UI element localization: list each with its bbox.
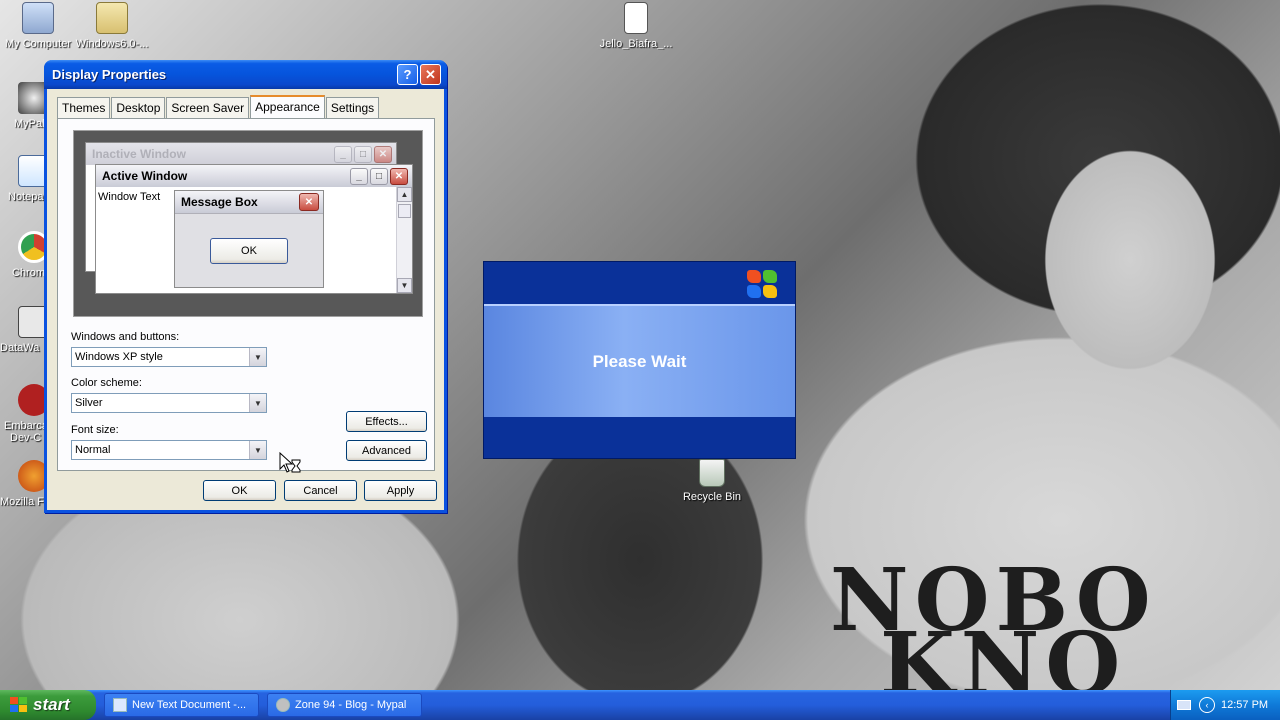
chevron-down-icon: ▼	[249, 348, 266, 366]
windows-buttons-select[interactable]: Windows XP style ▼	[71, 347, 267, 367]
chevron-down-icon: ▼	[249, 394, 266, 412]
mypal-icon	[18, 82, 46, 114]
recycle-bin-icon	[699, 459, 725, 487]
ok-button[interactable]: OK	[203, 480, 276, 501]
system-tray: ‹ 12:57 PM	[1170, 690, 1280, 720]
windows-logo-icon	[747, 270, 779, 300]
desktop-icon-chrome[interactable]: Chrome	[0, 231, 46, 279]
close-icon: ✕	[299, 193, 319, 211]
preview-active-window: Active Window _ □ ✕ Window Text ▲ ▼ Mess…	[95, 164, 413, 294]
apply-button[interactable]: Apply	[364, 480, 437, 501]
desktop-icon-my-computer[interactable]: My Computer	[0, 2, 76, 50]
maximize-icon: □	[370, 167, 388, 185]
appearance-preview: Inactive Window _ □ ✕ Active Window _ □ …	[73, 130, 423, 317]
desktop-icon-mozilla[interactable]: Mozilla F	[0, 460, 46, 508]
chrome-icon	[18, 231, 46, 263]
desktop-icon-mypal[interactable]: MyPal	[0, 82, 46, 130]
preview-message-box-title: Message Box	[181, 195, 258, 209]
chevron-left-icon[interactable]: ‹	[1199, 697, 1215, 713]
desktop-icon-recycle-bin[interactable]: Recycle Bin	[674, 459, 750, 503]
cancel-button[interactable]: Cancel	[284, 480, 357, 501]
minimize-icon: _	[334, 145, 352, 163]
scroll-down-icon: ▼	[397, 278, 412, 293]
scroll-up-icon: ▲	[397, 187, 412, 202]
help-button[interactable]: ?	[397, 64, 418, 85]
please-wait-message: Please Wait	[484, 304, 795, 417]
preview-inactive-title: Inactive Window	[92, 147, 186, 161]
taskbar-item-mypal[interactable]: Zone 94 - Blog - Mypal	[267, 693, 422, 717]
tab-themes[interactable]: Themes	[57, 97, 111, 118]
maximize-icon: □	[354, 145, 372, 163]
color-scheme-select[interactable]: Silver ▼	[71, 393, 267, 413]
windows-flag-icon	[10, 697, 28, 713]
close-button[interactable]: ✕	[420, 64, 441, 85]
tab-strip: Themes Desktop Screen Saver Appearance S…	[57, 95, 380, 119]
desktop-icon-datawatch[interactable]: DataWa	[0, 306, 46, 354]
effects-button[interactable]: Effects...	[346, 411, 427, 432]
mypal-icon	[276, 698, 290, 712]
minimize-icon: _	[350, 167, 368, 185]
please-wait-dialog: Please Wait	[483, 261, 796, 459]
dialog-title: Display Properties	[52, 67, 167, 82]
tab-desktop[interactable]: Desktop	[111, 97, 166, 118]
scroll-thumb	[398, 204, 411, 218]
desktop-icon-windows-update[interactable]: Windows6.0-...	[74, 2, 150, 50]
preview-message-box: Message Box ✕ OK	[174, 190, 324, 288]
tab-screen-saver[interactable]: Screen Saver	[166, 97, 250, 118]
package-icon	[96, 2, 128, 34]
font-size-label: Font size:	[71, 424, 119, 436]
datawatch-icon	[18, 306, 46, 338]
display-properties-dialog: Display Properties ? ✕ Themes Desktop Sc…	[44, 60, 447, 513]
clock[interactable]: 12:57 PM	[1221, 699, 1268, 711]
busy-cursor-icon	[279, 452, 301, 473]
computer-icon	[22, 2, 54, 34]
font-size-select[interactable]: Normal ▼	[71, 440, 267, 460]
desktop-icon-jello-biafra[interactable]: Jello_Biafra_...	[598, 2, 674, 50]
tab-settings[interactable]: Settings	[325, 97, 380, 118]
color-scheme-label: Color scheme:	[71, 377, 142, 389]
desktop-icon-notepad[interactable]: Notepad	[0, 155, 46, 203]
chevron-down-icon: ▼	[249, 441, 266, 459]
file-icon	[624, 2, 648, 34]
desktop-icon-embarcadero[interactable]: Embarca Dev-C	[0, 384, 46, 444]
preview-scrollbar: ▲ ▼	[396, 187, 412, 293]
help-icon: ?	[403, 67, 412, 82]
appearance-tab-page: Inactive Window _ □ ✕ Active Window _ □ …	[57, 118, 435, 471]
advanced-button[interactable]: Advanced	[346, 440, 427, 461]
tab-appearance[interactable]: Appearance	[250, 95, 325, 119]
preview-ok-button: OK	[210, 238, 288, 264]
devcpp-icon	[18, 384, 46, 416]
preview-active-title: Active Window	[102, 169, 188, 183]
close-icon: ✕	[425, 66, 436, 82]
keyboard-icon[interactable]	[1177, 700, 1191, 710]
windows-buttons-label: Windows and buttons:	[71, 331, 180, 343]
preview-window-text: Window Text	[98, 191, 161, 203]
close-icon: ✕	[390, 167, 408, 185]
close-icon: ✕	[374, 145, 392, 163]
firefox-icon	[18, 460, 46, 492]
start-button[interactable]: start	[0, 690, 96, 720]
taskbar: start New Text Document -... Zone 94 - B…	[0, 690, 1280, 720]
title-bar[interactable]: Display Properties ? ✕	[44, 60, 447, 89]
taskbar-item-notepad[interactable]: New Text Document -...	[104, 693, 259, 717]
notepad-icon	[18, 155, 46, 187]
notepad-icon	[113, 698, 127, 712]
